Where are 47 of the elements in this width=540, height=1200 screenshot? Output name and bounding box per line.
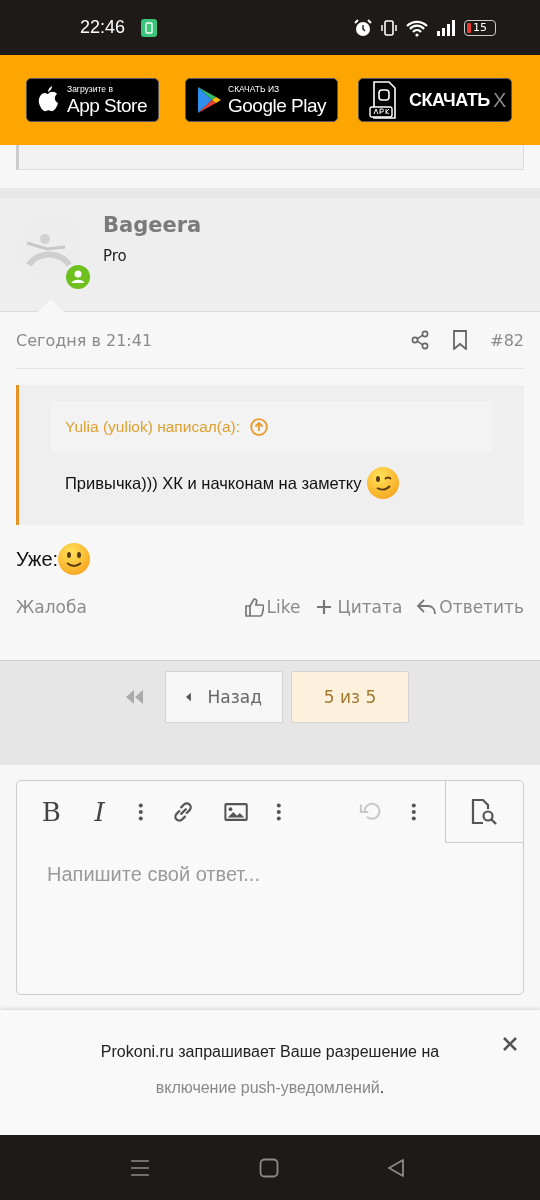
quote-author-link[interactable]: Yulia (yuliok) написал(а):: [65, 418, 241, 436]
play-store-icon: [196, 86, 222, 114]
post-text: Уже:: [16, 547, 59, 571]
italic-button[interactable]: I: [89, 797, 110, 827]
caret-left-icon: [186, 691, 192, 703]
image-icon[interactable]: [223, 802, 248, 822]
more-icon[interactable]: [275, 802, 282, 822]
close-button[interactable]: X: [493, 89, 507, 112]
vibrate-icon: [380, 18, 398, 37]
close-icon[interactable]: [502, 1036, 518, 1052]
user-rank: Pro: [103, 247, 128, 265]
smile-emoji-icon: [58, 543, 91, 575]
download-button[interactable]: СКАЧАТЬ ИЗ Google Play: [185, 78, 338, 122]
page-indicator[interactable]: 5 из 5: [291, 671, 409, 723]
thumbs-up-icon: [243, 597, 264, 617]
like-link[interactable]: Like: [243, 597, 301, 617]
report-link[interactable]: Жалоба: [16, 597, 87, 617]
share-icon[interactable]: [410, 330, 431, 350]
post-number-link[interactable]: #82: [490, 330, 524, 350]
apk-file-icon: [369, 81, 399, 119]
post-date: Сегодня в 21:41: [16, 330, 153, 350]
battery-app-icon: [141, 18, 158, 37]
clock: 22:46: [80, 17, 126, 38]
reply-link[interactable]: Ответить: [416, 597, 524, 617]
menu-icon[interactable]: [130, 1158, 150, 1177]
reply-arrow-icon: [416, 597, 437, 617]
reply-editor[interactable]: B I Напишите свой ответ...: [16, 780, 524, 995]
preview-button[interactable]: [444, 781, 523, 843]
wifi-icon: [406, 18, 428, 37]
download-button[interactable]: Загрузите в App Store: [26, 78, 159, 122]
username-link[interactable]: Bageera: [103, 213, 202, 237]
quote-link[interactable]: Цитата: [314, 597, 403, 617]
notification-text: Prokoni.ru запрашивает Ваше разрешение на включение push-уведомлений.: [99, 1042, 441, 1098]
previous-page-button[interactable]: Назад: [165, 671, 283, 723]
push-link[interactable]: включение push-уведомлений: [155, 1079, 380, 1096]
bold-button[interactable]: B: [41, 797, 62, 827]
alarm-icon: [354, 18, 372, 37]
bookmark-icon[interactable]: [452, 330, 469, 350]
signal-icon: [436, 18, 456, 37]
more-icon[interactable]: [137, 802, 144, 822]
home-icon[interactable]: [258, 1157, 279, 1178]
battery-indicator: 15: [464, 19, 496, 36]
more-icon[interactable]: [411, 802, 417, 822]
wink-emoji-icon: [367, 467, 400, 499]
quote-text: Привычка))) ХК и начконам на заметку: [65, 473, 362, 493]
document-search-icon: [470, 797, 499, 826]
back-icon[interactable]: [387, 1157, 405, 1178]
